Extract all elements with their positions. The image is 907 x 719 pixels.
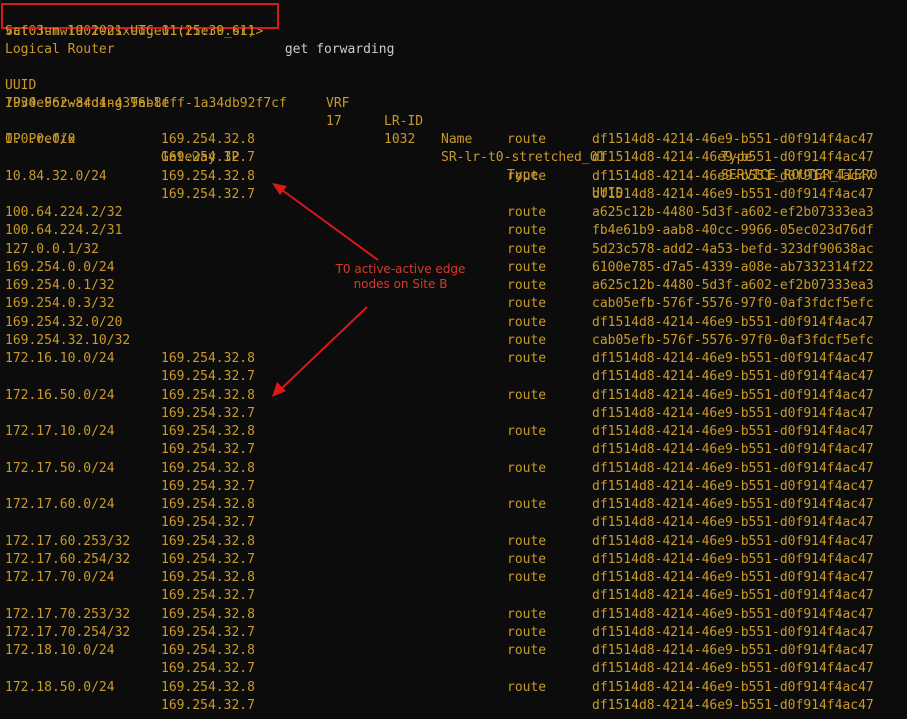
annotation-arrows xyxy=(272,183,379,397)
terminal-window[interactable]: vcf03-mwld01-nsxedge01(tier0_sr)> get fo… xyxy=(0,0,907,719)
annotation-line-2: nodes on Site B xyxy=(353,277,448,291)
annotation-text: T0 active-active edge nodes on Site B xyxy=(318,262,483,292)
arrow-line-up xyxy=(281,189,379,261)
arrow-line-down xyxy=(280,306,368,390)
annotation-line-1: T0 active-active edge xyxy=(335,262,466,276)
arrow-head-down xyxy=(272,382,286,397)
